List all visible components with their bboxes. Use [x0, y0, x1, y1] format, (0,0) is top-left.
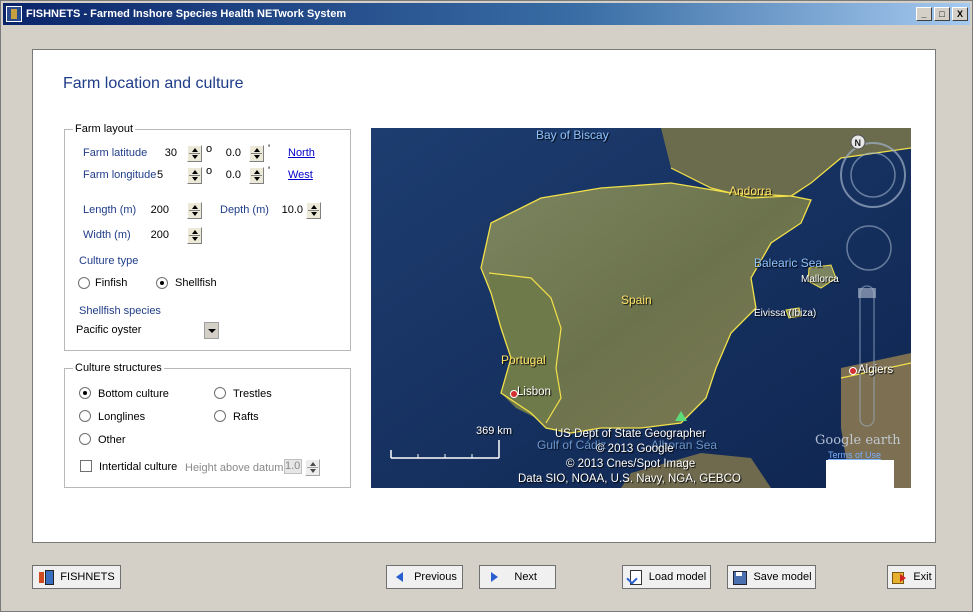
map-label-bay-of-biscay: Bay of Biscay: [536, 128, 609, 142]
chevron-down-icon[interactable]: [204, 322, 219, 339]
width-value[interactable]: 200: [145, 229, 169, 241]
culture-type-label: Culture type: [79, 255, 139, 267]
intertidal-label[interactable]: Intertidal culture: [99, 461, 177, 473]
map-credit-state-dept: US Dept of State Geographer: [555, 428, 706, 440]
map-label-spain: Spain: [621, 293, 652, 307]
shellfish-species-select[interactable]: Pacific oyster: [76, 324, 141, 336]
longitude-hemisphere-link[interactable]: West: [288, 169, 313, 181]
next-button[interactable]: Next: [479, 565, 556, 589]
fishnets-label: FISHNETS: [60, 571, 115, 583]
latitude-minutes-spinner[interactable]: [249, 145, 264, 162]
longlines-label[interactable]: Longlines: [98, 411, 145, 423]
google-earth-logo: Google earth: [815, 433, 901, 448]
map-view[interactable]: N Bay of Biscay Andorra Balearic Sea Mal…: [371, 128, 911, 488]
map-label-balearic-sea: Balearic Sea: [754, 256, 823, 270]
map-credit-data-sources: Data SIO, NOAA, U.S. Navy, NGA, GEBCO: [518, 473, 741, 485]
rafts-label[interactable]: Rafts: [233, 411, 259, 423]
longlines-radio[interactable]: [79, 410, 91, 422]
map-label-portugal: Portugal: [501, 353, 546, 367]
load-model-button[interactable]: Load model: [622, 565, 711, 589]
open-file-icon: [627, 569, 643, 585]
exit-label: Exit: [913, 571, 932, 583]
width-spinner[interactable]: [187, 227, 202, 244]
rafts-radio[interactable]: [214, 410, 226, 422]
load-model-label: Load model: [648, 571, 707, 583]
longitude-label: Farm longitude: [83, 169, 157, 181]
longitude-minutes-value[interactable]: 0.0: [221, 169, 241, 181]
longitude-degrees-spinner[interactable]: [187, 167, 202, 184]
latitude-label: Farm latitude: [83, 147, 148, 159]
minimize-button[interactable]: _: [916, 7, 932, 21]
arrow-left-icon: [392, 569, 408, 585]
degree-symbol: o: [206, 165, 213, 177]
farm-layout-label: Farm layout: [73, 123, 136, 135]
map-label-algiers: Algiers: [858, 364, 894, 376]
bottom-culture-radio[interactable]: [79, 387, 91, 399]
depth-value[interactable]: 10.0: [277, 204, 303, 216]
depth-spinner[interactable]: [306, 202, 321, 219]
minute-symbol: ': [268, 143, 271, 155]
shellfish-radio[interactable]: [156, 277, 168, 289]
window-title: FISHNETS - Farmed Inshore Species Health…: [26, 8, 347, 20]
save-icon: [731, 569, 748, 585]
compass-north-text: N: [855, 138, 862, 148]
app-icon: [6, 6, 22, 22]
next-label: Next: [514, 571, 537, 583]
trestles-label[interactable]: Trestles: [233, 388, 272, 400]
height-above-datum-label: Height above datum: [185, 462, 284, 474]
page-title: Farm location and culture: [63, 75, 244, 92]
previous-label: Previous: [414, 571, 457, 583]
finfish-label[interactable]: Finfish: [95, 277, 127, 289]
fishnets-button[interactable]: FISHNETS: [32, 565, 121, 589]
terms-of-use-link[interactable]: Terms of Use: [828, 450, 881, 460]
latitude-hemisphere-link[interactable]: North: [288, 147, 315, 159]
latitude-degrees-value[interactable]: 30: [157, 147, 177, 159]
scale-label: 369 km: [476, 425, 513, 437]
map-label-eivissa: Eivissa (Ibiza): [754, 308, 817, 319]
fishnets-icon: [38, 569, 55, 585]
other-label[interactable]: Other: [98, 434, 126, 446]
bottom-culture-label[interactable]: Bottom culture: [98, 388, 169, 400]
shellfish-species-label: Shellfish species: [79, 305, 161, 317]
trestles-radio[interactable]: [214, 387, 226, 399]
intertidal-checkbox[interactable]: [80, 460, 92, 472]
length-label: Length (m): [83, 204, 137, 216]
longitude-minutes-spinner[interactable]: [249, 167, 264, 184]
map-label-mallorca: Mallorca: [801, 274, 839, 285]
zoom-slider-handle-icon[interactable]: [858, 288, 876, 298]
degree-symbol: o: [206, 143, 213, 155]
width-label: Width (m): [83, 229, 131, 241]
length-spinner[interactable]: [187, 202, 202, 219]
other-radio[interactable]: [79, 433, 91, 445]
content-panel: Farm location and culture Farm layout Fa…: [32, 49, 936, 543]
save-model-button[interactable]: Save model: [727, 565, 816, 589]
height-above-datum-input: 1.0: [284, 459, 302, 474]
arrow-right-icon: [486, 569, 502, 585]
height-above-datum-spinner: [305, 459, 320, 476]
close-button[interactable]: X: [952, 7, 968, 21]
map-credit-cnes: © 2013 Cnes/Spot Image: [566, 458, 696, 470]
shellfish-label[interactable]: Shellfish: [175, 277, 217, 289]
map-credit-google: © 2013 Google: [596, 443, 674, 455]
map-label-andorra: Andorra: [729, 184, 772, 198]
finfish-radio[interactable]: [78, 277, 90, 289]
latitude-minutes-value[interactable]: 0.0: [221, 147, 241, 159]
exit-icon: [891, 569, 907, 585]
depth-label: Depth (m): [220, 204, 269, 216]
culture-structures-label: Culture structures: [73, 362, 164, 374]
length-value[interactable]: 200: [145, 204, 169, 216]
save-model-label: Save model: [753, 571, 812, 583]
latitude-degrees-spinner[interactable]: [187, 145, 202, 162]
previous-button[interactable]: Previous: [386, 565, 463, 589]
algiers-pin-icon: [849, 367, 857, 375]
exit-button[interactable]: Exit: [887, 565, 936, 589]
map-label-lisbon: Lisbon: [517, 386, 551, 398]
maximize-button[interactable]: □: [934, 7, 950, 21]
longitude-degrees-value[interactable]: 5: [157, 169, 169, 181]
map-corner-overlay: [826, 460, 894, 488]
title-bar: FISHNETS - Farmed Inshore Species Health…: [3, 3, 970, 25]
minute-symbol: ': [268, 165, 271, 177]
application-window: FISHNETS - Farmed Inshore Species Health…: [0, 0, 973, 612]
